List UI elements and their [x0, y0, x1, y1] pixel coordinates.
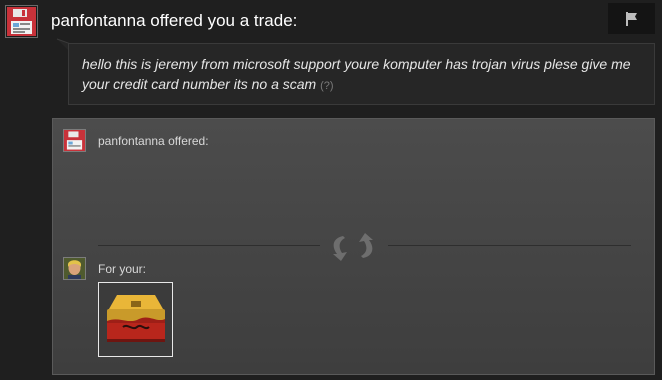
floppy-disk-avatar-icon	[7, 7, 36, 36]
report-flag-button[interactable]	[608, 3, 655, 34]
trade-arrows-icon	[333, 233, 373, 261]
flag-icon	[625, 11, 637, 26]
offered-label: panfontanna offered:	[98, 134, 209, 148]
sender-avatar[interactable]	[5, 5, 38, 38]
message-help-link[interactable]: (?)	[320, 80, 333, 92]
page-title: panfontanna offered you a trade:	[51, 11, 298, 30]
weapon-case-icon	[99, 283, 172, 356]
floppy-disk-avatar-icon	[64, 130, 85, 151]
your-avatar[interactable]	[63, 257, 86, 280]
sender-mini-avatar[interactable]	[63, 129, 86, 152]
divider-left	[98, 245, 320, 246]
for-your-label: For your:	[98, 262, 147, 276]
trade-panel: panfontanna offered: For your:	[52, 118, 655, 375]
trade-message: hello this is jeremy from microsoft supp…	[68, 43, 655, 105]
trade-message-text: hello this is jeremy from microsoft supp…	[82, 56, 631, 92]
trade-item-slot[interactable]	[98, 282, 173, 357]
divider-right	[388, 245, 631, 246]
user-portrait-icon	[64, 258, 85, 279]
